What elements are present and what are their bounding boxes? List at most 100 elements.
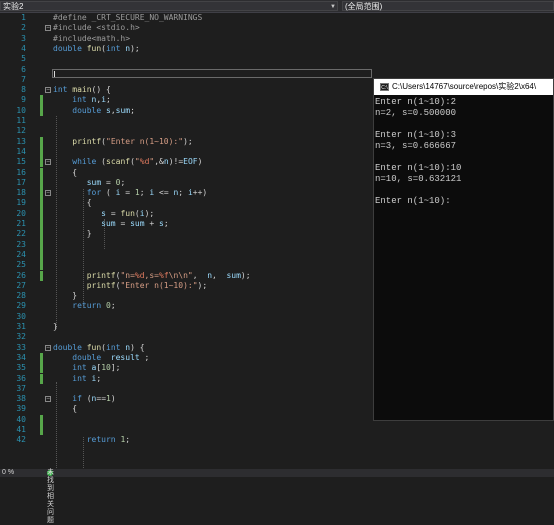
code-token: ( — [105, 188, 116, 198]
line-number: 14 — [16, 146, 26, 156]
line-number: 9 — [21, 95, 26, 105]
change-indicator — [40, 198, 43, 209]
collapse-icon[interactable]: − — [45, 396, 51, 403]
code-token: return — [72, 301, 106, 311]
collapse-icon[interactable]: − — [45, 159, 51, 166]
scope-combo[interactable]: (全局范围) — [342, 1, 554, 11]
code-token: int — [72, 373, 92, 383]
console-window[interactable]: C:\ C:\Users\14767\source\repos\实验2\x64\ … — [373, 78, 554, 421]
line-number: 40 — [16, 414, 26, 424]
console-title-bar[interactable]: C:\ C:\Users\14767\source\repos\实验2\x64\ — [374, 79, 553, 95]
line-number: 27 — [16, 280, 26, 290]
code-text: double fun(int n); — [53, 44, 140, 54]
line-number: 35 — [16, 363, 26, 373]
code-token: ); — [240, 270, 251, 280]
code-token: fun — [86, 342, 102, 352]
code-token: sum — [101, 219, 116, 228]
code-text: #include<math.h> — [53, 34, 130, 44]
line-number: 15 — [16, 157, 26, 167]
change-indicator — [40, 136, 43, 147]
code-token: printf — [72, 136, 102, 146]
collapse-icon[interactable]: − — [45, 25, 51, 32]
code-line[interactable]: 2 − #include <stdio.h> — [0, 23, 554, 33]
zoom-level[interactable]: 0 % — [2, 469, 14, 477]
change-indicator — [40, 260, 43, 271]
code-token: while — [72, 157, 102, 167]
code-line[interactable]: 42 return 1; — [0, 435, 554, 445]
code-token: ; — [130, 105, 135, 115]
code-text: while (scanf("%d",&n)!=EOF) — [53, 157, 202, 167]
code-line[interactable]: 6 — [0, 65, 554, 75]
code-token: sum — [86, 177, 102, 187]
code-token: result — [110, 352, 140, 362]
line-number: 16 — [16, 167, 26, 177]
code-text: { — [53, 198, 92, 208]
code-token: %d — [134, 270, 145, 280]
code-token: = — [106, 208, 121, 218]
code-token: int — [106, 342, 126, 352]
line-number: 17 — [16, 177, 26, 187]
code-token: printf — [86, 280, 116, 290]
code-text: double result ; — [53, 353, 149, 363]
line-number: 36 — [16, 373, 26, 383]
code-text: sum = 0; — [53, 177, 126, 188]
line-number: 29 — [16, 301, 26, 311]
code-token: int — [53, 85, 73, 95]
line-number: 24 — [16, 249, 26, 259]
line-number: 22 — [16, 229, 26, 239]
code-token: ; — [139, 352, 150, 362]
code-text: { — [53, 404, 77, 414]
console-line: Enter n(1~10):2 — [375, 97, 457, 107]
line-number: 20 — [16, 208, 26, 218]
code-token: return — [86, 435, 121, 445]
code-token: ++) — [192, 188, 208, 198]
chevron-down-icon[interactable]: ▼ — [330, 2, 336, 12]
code-text: double fun(int n) { — [53, 343, 145, 353]
collapse-icon[interactable]: − — [45, 344, 51, 351]
code-text: } — [53, 322, 58, 332]
line-number: 11 — [16, 116, 26, 125]
code-token: { — [53, 198, 92, 208]
console-line: n=3, s=0.666667 — [375, 141, 457, 151]
change-indicator — [40, 270, 43, 281]
code-token: if — [72, 394, 87, 404]
code-line[interactable]: 5 — [0, 54, 554, 64]
code-token: #define _CRT_SECURE_NO_WARNINGS — [53, 13, 203, 22]
code-text: s = fun(i); — [53, 209, 154, 219]
line-number: 2 — [21, 23, 26, 33]
change-indicator — [40, 177, 43, 189]
code-token: fun — [120, 208, 135, 218]
code-token: ; — [120, 177, 126, 187]
issues-text: 未找到相关问题 — [47, 469, 54, 524]
code-token: #include <stdio.h> — [53, 23, 140, 33]
line-number: 5 — [21, 54, 26, 64]
project-combo[interactable]: 实验2 ▼ — [0, 1, 338, 11]
line-number: 12 — [16, 126, 26, 136]
line-number: 1 — [21, 13, 26, 22]
code-token: )!= — [168, 157, 184, 167]
collapse-icon[interactable]: − — [45, 190, 51, 197]
change-indicator — [40, 146, 43, 158]
collapse-icon[interactable]: − — [45, 87, 51, 94]
code-token: main — [72, 85, 92, 95]
code-line[interactable]: 1 #define _CRT_SECURE_NO_WARNINGS — [0, 13, 554, 23]
change-indicator — [40, 352, 43, 364]
code-token: () { — [91, 85, 111, 95]
code-text: } — [53, 229, 92, 239]
line-number: 30 — [16, 311, 26, 321]
code-line[interactable]: 4 double fun(int n); — [0, 44, 554, 54]
code-line[interactable]: 41 — [0, 425, 554, 436]
code-line[interactable]: 3 #include<math.h> — [0, 34, 554, 44]
code-token: ,s= — [144, 270, 159, 280]
line-number: 18 — [16, 188, 26, 198]
code-text: return 0; — [53, 301, 115, 311]
console-output: Enter n(1~10):2 n=2, s=0.500000 Enter n(1… — [375, 97, 553, 207]
code-token: EOF — [183, 157, 198, 167]
line-number: 4 — [21, 43, 26, 53]
code-text: } — [53, 291, 77, 301]
